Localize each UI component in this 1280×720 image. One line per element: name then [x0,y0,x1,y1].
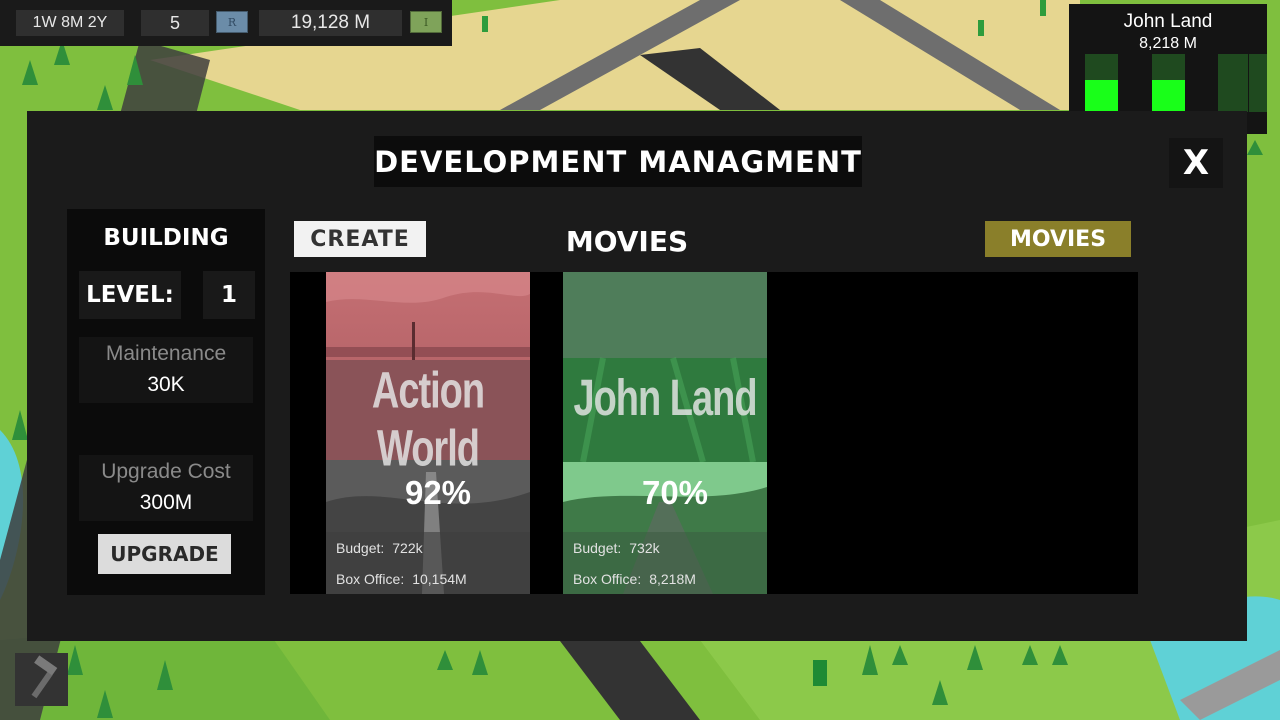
popularity-bar [1218,54,1248,112]
popularity-bar-fill [1085,80,1118,112]
upgrade-cost-box: Upgrade Cost 300M [79,455,253,521]
panel-title: DEVELOPMENT MANAGMENT [374,136,862,187]
movies-section-title: MOVIES [565,225,689,258]
money-balance: 19,128 M [259,10,402,36]
movie-budget: Budget: 722k [336,540,423,556]
maintenance-label: Maintenance [105,342,227,365]
level-label: LEVEL: [79,271,181,319]
level-value: 1 [203,271,255,319]
popularity-bar [1152,54,1185,112]
movie-title: Action World [371,362,485,478]
resource-count: 5 [141,10,209,36]
movie-box-office: Box Office: 8,218M [573,571,696,587]
maintenance-box: Maintenance 30K [79,337,253,403]
upgrade-button[interactable]: UPGRADE [98,534,231,574]
budget-label: Budget: [336,540,385,556]
budget-value: 732k [629,540,660,556]
budget-value: 722k [392,540,423,556]
movie-card[interactable]: John Land 70% Budget: 732k Box Office: 8,2… [563,272,767,594]
widget-movie-earnings: 8,218 M [1139,35,1197,52]
box-office-label: Box Office: [336,571,405,587]
building-heading: BUILDING [103,225,229,251]
movie-list: Action World 92% Budget: 722k Box Office:… [290,272,1138,594]
upgrade-cost-value: 300M [139,491,193,514]
build-tool-button[interactable] [15,653,68,706]
popularity-bar [1085,54,1118,112]
movie-title: John Land [573,370,757,428]
money-badge-icon: I [410,11,442,33]
resource-badge-icon: R [216,11,248,33]
create-movie-button[interactable]: CREATE [294,221,426,257]
widget-movie-title: John Land [1123,11,1213,32]
upgrade-cost-label: Upgrade Cost [101,460,231,483]
box-office-value: 10,154M [412,571,467,587]
close-button[interactable]: X [1169,138,1223,188]
maintenance-value: 30K [147,373,185,396]
development-management-panel: DEVELOPMENT MANAGMENT X BUILDING LEVEL: … [27,111,1247,641]
game-date: 1W 8M 2Y [16,10,124,36]
budget-label: Budget: [573,540,622,556]
popularity-bar-fill [1152,80,1185,112]
movies-tab-button[interactable]: MOVIES [985,221,1131,257]
movie-budget: Budget: 732k [573,540,660,556]
movie-rating: 70% [641,474,709,511]
hammer-icon [31,655,58,699]
movie-box-office: Box Office: 10,154M [336,571,467,587]
box-office-label: Box Office: [573,571,642,587]
movie-card[interactable]: Action World 92% Budget: 722k Box Office:… [326,272,530,594]
movie-rating: 92% [404,474,472,511]
popularity-bar [1249,54,1267,112]
building-info-sidebar: BUILDING LEVEL: 1 Maintenance 30K Upgrad… [67,209,265,595]
top-status-bar: 1W 8M 2Y 5 R 19,128 M I [0,0,452,46]
box-office-value: 8,218M [649,571,696,587]
